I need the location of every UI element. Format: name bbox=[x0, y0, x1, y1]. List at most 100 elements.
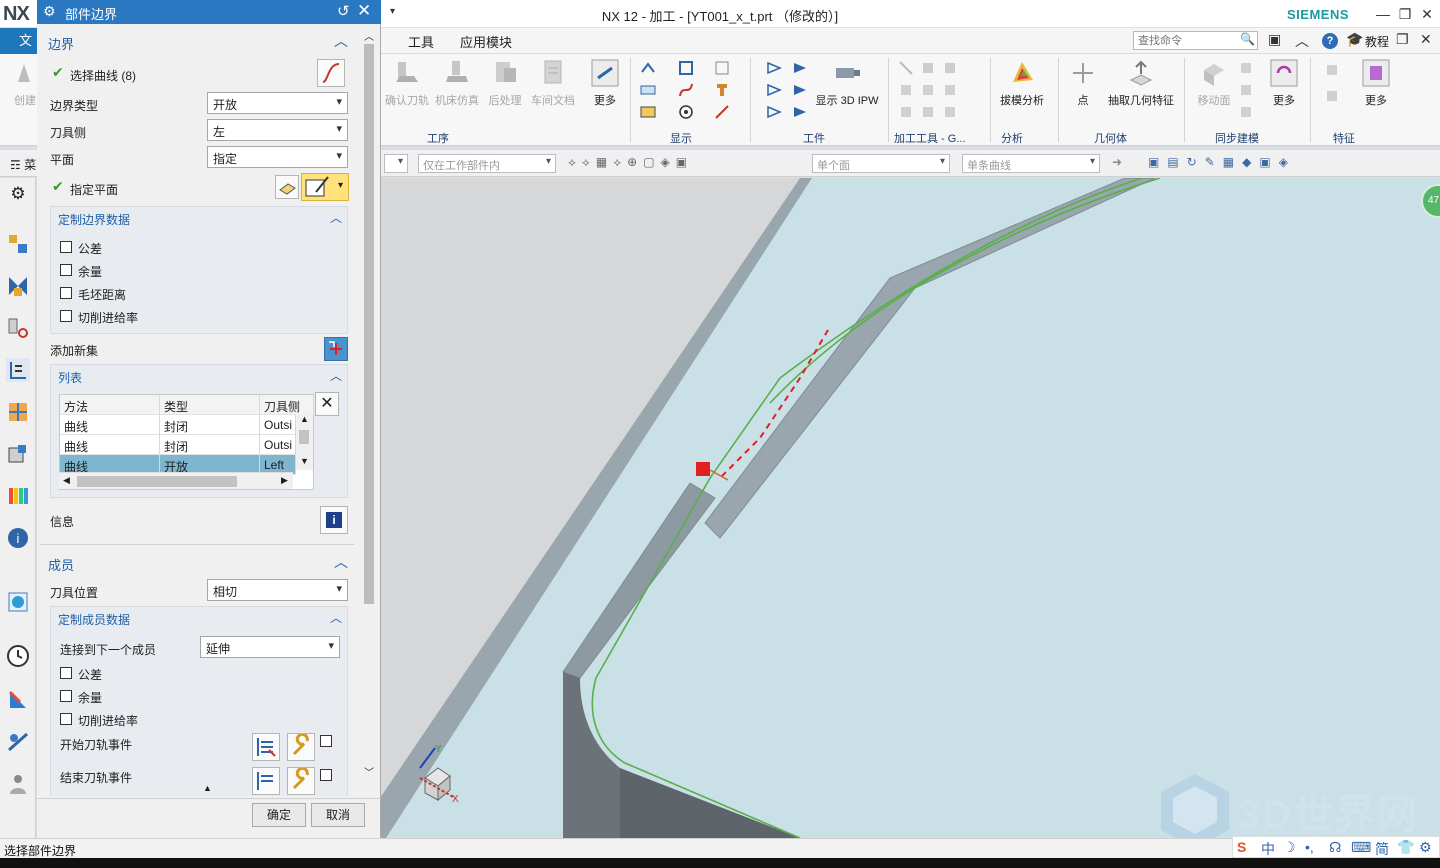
end-event-path-button[interactable] bbox=[252, 767, 280, 795]
minimize-icon[interactable]: — bbox=[1372, 4, 1394, 24]
list-header[interactable]: 列表 ︿ bbox=[50, 365, 348, 387]
info-button[interactable]: i bbox=[320, 506, 348, 534]
close-icon[interactable]: ✕ bbox=[1416, 4, 1438, 24]
workpiece-icon-3[interactable] bbox=[766, 82, 782, 98]
display-curve-icon[interactable] bbox=[678, 82, 694, 98]
custom-member-header[interactable]: 定制成员数据 ︿ bbox=[50, 607, 348, 629]
display-grid-icon[interactable] bbox=[714, 60, 730, 76]
postprocess-button[interactable]: 后处理 bbox=[484, 58, 526, 108]
graphics-window[interactable]: Y X bbox=[380, 178, 1440, 838]
palette-icon[interactable] bbox=[6, 688, 30, 712]
tool-navigator-icon[interactable] bbox=[6, 316, 30, 340]
mtool-icon-5[interactable] bbox=[920, 82, 936, 98]
operation-navigator-icon[interactable] bbox=[6, 232, 30, 256]
sync-icon-2[interactable] bbox=[1238, 82, 1254, 98]
help-icon-wrap[interactable]: ? bbox=[1322, 31, 1338, 49]
scroll-thumb[interactable] bbox=[364, 44, 374, 604]
mtool-icon-4[interactable] bbox=[898, 82, 914, 98]
dialog-titlebar[interactable]: ⚙ 部件边界 ↺ ✕ bbox=[37, 0, 381, 24]
shop-doc-button[interactable]: 车间文档 bbox=[528, 58, 578, 108]
curve-select-button[interactable] bbox=[317, 59, 345, 87]
workpiece-icon-6[interactable] bbox=[792, 104, 808, 120]
scroll-down-icon[interactable]: ▼ bbox=[300, 456, 309, 466]
mtool-icon-1[interactable] bbox=[898, 60, 914, 76]
ribbon-close-icon[interactable]: ✕ bbox=[1420, 31, 1432, 48]
collapse-icon[interactable]: ︿ bbox=[334, 31, 348, 51]
column-type[interactable]: 类型 bbox=[160, 395, 260, 415]
more-button-2[interactable]: 更多 bbox=[1266, 58, 1302, 108]
cancel-button[interactable]: 取消 bbox=[311, 803, 365, 827]
scroll-right-icon[interactable]: ▶ bbox=[281, 475, 288, 486]
ime-punct-icon[interactable]: •, bbox=[1305, 839, 1314, 855]
window-toggle-icon[interactable]: ▣ bbox=[1268, 31, 1281, 48]
info-channel-icon[interactable]: i bbox=[6, 526, 30, 550]
start-event-path-button[interactable] bbox=[252, 733, 280, 761]
members-section-header[interactable]: 成员 ︿ bbox=[40, 549, 354, 575]
scroll-up-icon[interactable]: ▲ bbox=[300, 414, 309, 424]
workpiece-icon-4[interactable] bbox=[792, 82, 808, 98]
collapse-ribbon-icon[interactable]: ︿ bbox=[1295, 31, 1309, 51]
restore-icon[interactable]: ❐ bbox=[1394, 4, 1416, 24]
ime-settings-icon[interactable]: ⚙ bbox=[1419, 839, 1432, 856]
display-box-icon[interactable] bbox=[678, 60, 694, 76]
display-tool-icon[interactable] bbox=[714, 82, 730, 98]
scroll-thumb[interactable] bbox=[299, 430, 309, 444]
tool-side-select[interactable]: 左 bbox=[207, 119, 348, 141]
point-button[interactable]: 点 bbox=[1066, 58, 1100, 108]
tutorial-link[interactable]: 教程 bbox=[1365, 33, 1389, 50]
display-layer-icon[interactable] bbox=[640, 82, 656, 98]
menu-prefix[interactable]: ☶ 菜 bbox=[10, 156, 36, 173]
scroll-left-icon[interactable]: ◀ bbox=[63, 475, 70, 486]
scroll-down-icon[interactable]: ﹀ bbox=[364, 764, 374, 779]
boundary-type-select[interactable]: 开放 bbox=[207, 92, 348, 114]
plane-select[interactable]: 指定 bbox=[207, 146, 348, 168]
ime-logo-icon[interactable]: S bbox=[1237, 839, 1246, 855]
start-event-edit-button[interactable] bbox=[287, 732, 315, 761]
model-view[interactable]: Y X bbox=[380, 178, 1440, 838]
process-studio-icon[interactable] bbox=[6, 730, 30, 754]
settings-icon[interactable]: ⚙ bbox=[6, 184, 30, 208]
workpiece-icon-5[interactable] bbox=[766, 104, 782, 120]
next-arrow-icon[interactable]: ➜ bbox=[1112, 155, 1122, 169]
feature-icon-1[interactable] bbox=[1324, 62, 1340, 78]
face-rule-dropdown[interactable]: 单个面 bbox=[812, 154, 950, 173]
display-line-icon[interactable] bbox=[714, 104, 730, 120]
connect-next-select[interactable]: 延伸 bbox=[200, 636, 340, 658]
sync-icon-3[interactable] bbox=[1238, 104, 1254, 120]
roles-icon[interactable] bbox=[6, 772, 30, 796]
start-event-checkbox[interactable] bbox=[320, 735, 332, 747]
help-icon[interactable]: ? bbox=[1322, 33, 1338, 49]
hd3d-icon[interactable] bbox=[6, 442, 30, 466]
machine-sim-button[interactable]: 机床仿真 bbox=[434, 58, 480, 108]
column-tool-side[interactable]: 刀具侧 bbox=[260, 395, 314, 415]
ime-moon-icon[interactable]: ☽ bbox=[1283, 839, 1296, 856]
curve-rule-dropdown[interactable]: 单条曲线 bbox=[962, 154, 1100, 173]
more-button-1[interactable]: 更多 bbox=[588, 58, 622, 108]
add-new-set-button[interactable] bbox=[324, 337, 348, 361]
ime-voice-icon[interactable]: ☊ bbox=[1329, 839, 1341, 856]
dialog-scrollbar[interactable]: ︿ ﹀ bbox=[360, 26, 378, 781]
ime-skin-icon[interactable]: 👕 bbox=[1397, 839, 1414, 856]
end-event-edit-button[interactable] bbox=[287, 766, 315, 795]
workpiece-icon-2[interactable] bbox=[792, 60, 808, 76]
member-tolerance-checkbox[interactable] bbox=[60, 667, 72, 679]
machine-navigator-icon[interactable] bbox=[6, 274, 30, 298]
ime-simplified[interactable]: 简 bbox=[1375, 839, 1389, 859]
reset-icon[interactable]: ↺ bbox=[337, 2, 350, 20]
mtool-icon-7[interactable] bbox=[898, 104, 914, 120]
mtool-icon-8[interactable] bbox=[920, 104, 936, 120]
draft-analysis-button[interactable]: 拔模分析 bbox=[996, 58, 1048, 108]
tolerance-checkbox[interactable] bbox=[60, 241, 72, 253]
ok-button[interactable]: 确定 bbox=[252, 803, 306, 827]
sync-icon-1[interactable] bbox=[1238, 60, 1254, 76]
type-filter-dropdown[interactable] bbox=[384, 154, 408, 173]
dropdown-icon[interactable]: ▾ bbox=[338, 180, 343, 191]
workpiece-icon-1[interactable] bbox=[766, 60, 782, 76]
custom-boundary-header[interactable]: 定制边界数据 ︿ bbox=[50, 207, 348, 229]
display-toolpath-icon[interactable] bbox=[640, 60, 656, 76]
mtool-icon-3[interactable] bbox=[942, 60, 958, 76]
menu-tools[interactable]: 工具 bbox=[408, 32, 434, 51]
plane-dialog-button[interactable] bbox=[275, 175, 299, 199]
view-icons[interactable]: ▣▤↻✎▦◆▣◈ bbox=[1148, 155, 1296, 169]
inferred-plane-button[interactable]: ▾ bbox=[301, 173, 349, 201]
